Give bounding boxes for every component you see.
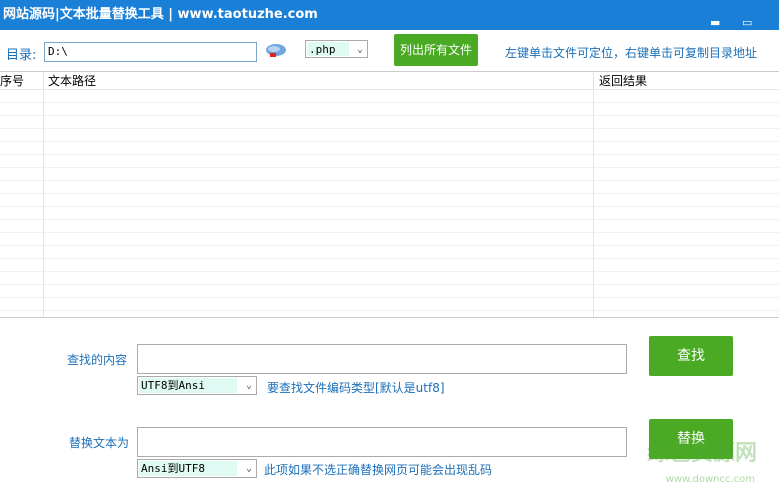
window-title: 网站源码|文本批量替换工具 | www.taotuzhe.com <box>3 7 318 22</box>
table-header: 序号 文本路径 返回结果 <box>0 72 779 90</box>
search-encoding-value: UTF8到Ansi <box>139 378 237 393</box>
watermark-logo: 绿色资源网 <box>646 441 757 466</box>
maximize-button[interactable]: ▭ <box>742 8 752 38</box>
search-encoding-note: 要查找文件编码类型[默认是utf8] <box>267 381 445 395</box>
column-header-index[interactable]: 序号 <box>0 72 24 90</box>
search-button[interactable]: 查找 <box>649 336 733 376</box>
list-files-button[interactable]: 列出所有文件 <box>394 34 478 66</box>
replace-input[interactable] <box>137 427 627 457</box>
column-header-path[interactable]: 文本路径 <box>48 72 96 90</box>
replace-encoding-select[interactable]: Ansi到UTF8 ⌄ <box>137 459 257 478</box>
chevron-down-icon: ⌄ <box>356 44 363 55</box>
replace-label: 替换文本为 <box>69 436 130 450</box>
title-bar: 网站源码|文本批量替换工具 | www.taotuzhe.com ▬ ▭ <box>0 0 779 30</box>
hint-text: 左键单击文件可定位，右键单击可复制目录地址 <box>505 46 758 60</box>
chevron-down-icon: ⌄ <box>245 463 252 474</box>
extension-select[interactable]: .php ⌄ <box>305 40 368 58</box>
watermark-url: www.downcc.com <box>665 474 755 485</box>
search-input[interactable] <box>137 344 627 374</box>
directory-input[interactable]: D:\ <box>44 42 257 62</box>
replace-encoding-note: 此项如果不选正确替换网页可能会出现乱码 <box>264 463 493 477</box>
file-table[interactable]: 序号 文本路径 返回结果 <box>0 71 779 318</box>
chevron-down-icon: ⌄ <box>245 380 252 391</box>
directory-label: 目录: <box>6 48 37 63</box>
replace-encoding-value: Ansi到UTF8 <box>139 461 237 476</box>
search-label: 查找的内容 <box>67 353 128 367</box>
browse-folder-icon[interactable] <box>265 42 287 60</box>
minimize-button[interactable]: ▬ <box>710 8 720 38</box>
search-encoding-select[interactable]: UTF8到Ansi ⌄ <box>137 376 257 395</box>
extension-value: .php <box>307 42 349 56</box>
column-header-result[interactable]: 返回结果 <box>599 72 647 90</box>
